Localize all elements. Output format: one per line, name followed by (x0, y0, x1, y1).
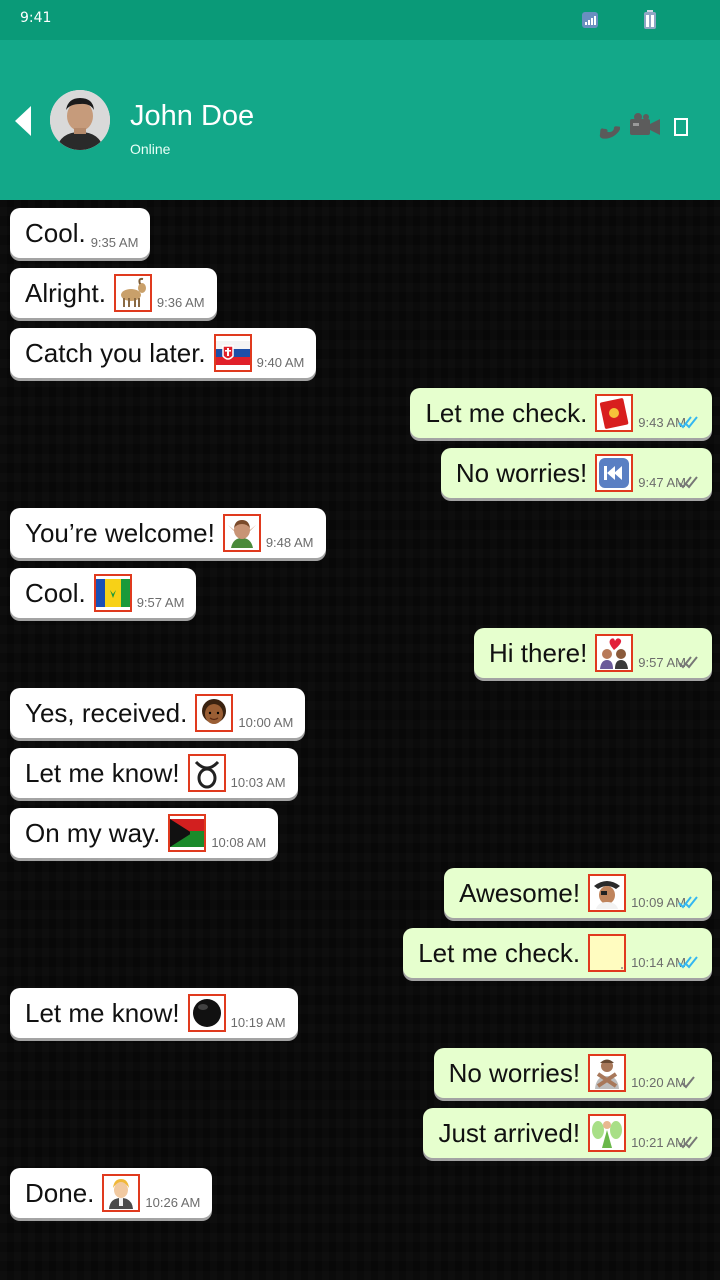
outgoing-message-bubble[interactable]: No worries! 10:20 AM (433, 1048, 712, 1098)
elf-emoji (222, 514, 261, 552)
status-time: 9:41 (20, 10, 52, 26)
read-receipt-icon (678, 415, 700, 429)
message-row: Awesome! 10:09 AM (0, 868, 720, 928)
incoming-message-bubble[interactable]: Alright. 9:36 AM (10, 268, 217, 318)
incoming-message-bubble[interactable]: Yes, received. 10:00 AM (10, 688, 306, 738)
curly-loop-emoji (187, 754, 226, 792)
black-circle-emoji (187, 994, 226, 1032)
message-text: No worries! (455, 457, 588, 488)
outgoing-message-bubble[interactable]: Let me check. 9:43 AM (410, 388, 712, 438)
incoming-message-bubble[interactable]: Let me know! 10:03 AM (10, 748, 298, 798)
read-receipt-icon (678, 955, 700, 969)
outgoing-message-bubble[interactable]: Let me check. 10:14 AM (403, 928, 712, 978)
message-row: On my way. 10:08 AM (0, 808, 720, 868)
message-row: Done. 10:26 AM (0, 1168, 720, 1228)
chat-screen: 9:41 John Doe Online Cool. 9:35 AM Alrig… (0, 0, 720, 1280)
battery-icon (642, 10, 658, 30)
message-timestamp: 9:57 AM (136, 595, 185, 610)
read-receipt-icon (678, 895, 700, 909)
outgoing-message-bubble[interactable]: Awesome! 10:09 AM (444, 868, 712, 918)
message-timestamp: 10:00 AM (238, 715, 294, 730)
message-text: Just arrived! (438, 1117, 581, 1148)
message-text: Let me check. (425, 397, 588, 428)
person-gesturing-no-emoji (588, 1054, 627, 1092)
message-row: Alright. 9:36 AM (0, 268, 720, 328)
arakan-flag-emoji (168, 814, 207, 852)
woman-face-emoji (195, 694, 234, 732)
delivered-receipt-icon (678, 655, 700, 669)
message-text: You’re welcome! (25, 517, 215, 548)
phone-call-icon[interactable] (590, 112, 621, 140)
rewind-button-emoji (595, 454, 634, 492)
contact-avatar[interactable] (50, 90, 110, 150)
message-row: Catch you later. 9:40 AM (0, 328, 720, 388)
message-row: Let me check. 9:43 AM (0, 388, 720, 448)
message-timestamp: 9:36 AM (156, 295, 205, 310)
incoming-message-bubble[interactable]: Done. 10:26 AM (10, 1168, 213, 1218)
message-text: Cool. (25, 577, 86, 608)
contact-name[interactable]: John Doe (130, 100, 254, 133)
message-timestamp: 10:19 AM (230, 1015, 286, 1030)
message-text: On my way. (25, 817, 161, 848)
person-blond-emoji (102, 1174, 141, 1212)
message-text: Hi there! (489, 637, 588, 668)
message-row: Let me check. 10:14 AM (0, 928, 720, 988)
incoming-message-bubble[interactable]: Cool. 9:35 AM (10, 208, 151, 258)
message-text: Yes, received. (25, 697, 188, 728)
message-row: Let me know! 10:03 AM (0, 748, 720, 808)
incoming-message-bubble[interactable]: Let me know! 10:19 AM (10, 988, 298, 1038)
message-text: No worries! (448, 1057, 581, 1088)
message-text: Alright. (25, 277, 106, 308)
saint-vincent-flag-emoji (93, 574, 132, 612)
slovakia-flag-emoji (213, 334, 252, 372)
message-row: Just arrived! 10:21 AM (0, 1108, 720, 1168)
message-timestamp: 10:08 AM (211, 835, 267, 850)
incoming-message-bubble[interactable]: On my way. 10:08 AM (10, 808, 279, 858)
incoming-message-bubble[interactable]: You’re welcome! 9:48 AM (10, 508, 326, 558)
signal-icon (582, 12, 598, 28)
message-row: Hi there! 9:57 AM (0, 628, 720, 688)
message-row: Cool. 9:57 AM (0, 568, 720, 628)
message-text: Let me know! (25, 757, 180, 788)
incoming-message-bubble[interactable]: Catch you later. 9:40 AM (10, 328, 317, 378)
message-text: Cool. (25, 217, 86, 248)
incoming-message-bubble[interactable]: Cool. 9:57 AM (10, 568, 197, 618)
fairy-emoji (588, 1114, 627, 1152)
outgoing-message-bubble[interactable]: Hi there! 9:57 AM (474, 628, 712, 678)
pirate-emoji (588, 874, 627, 912)
back-arrow-icon[interactable] (14, 104, 32, 138)
message-text: Let me know! (25, 997, 180, 1028)
message-row: No worries! 9:47 AM (0, 448, 720, 508)
message-text: Done. (25, 1177, 95, 1208)
outgoing-message-bubble[interactable]: Just arrived! 10:21 AM (423, 1108, 712, 1158)
goat-emoji (113, 274, 152, 312)
delivered-receipt-icon (678, 1075, 700, 1089)
delivered-receipt-icon (678, 1135, 700, 1149)
message-timestamp: 10:26 AM (145, 1195, 201, 1210)
message-timestamp: 9:48 AM (265, 535, 314, 550)
video-call-icon[interactable] (629, 112, 661, 140)
message-timestamp: 9:35 AM (90, 235, 139, 250)
message-row: Yes, received. 10:00 AM (0, 688, 720, 748)
message-timestamp: 9:40 AM (256, 355, 305, 370)
couple-heart-emoji (595, 634, 634, 672)
message-timestamp: 10:03 AM (230, 775, 286, 790)
message-text: Catch you later. (25, 337, 206, 368)
red-envelope-emoji (595, 394, 634, 432)
outgoing-message-bubble[interactable]: No worries! 9:47 AM (440, 448, 712, 498)
blank-emoji (588, 934, 627, 972)
contact-online-status: Online (130, 141, 171, 157)
message-row: You’re welcome! 9:48 AM (0, 508, 720, 568)
delivered-receipt-icon (678, 475, 700, 489)
message-text: Let me check. (418, 937, 581, 968)
message-row: No worries! 10:20 AM (0, 1048, 720, 1108)
more-options-icon[interactable] (674, 118, 688, 136)
message-row: Let me know! 10:19 AM (0, 988, 720, 1048)
message-text: Awesome! (459, 877, 581, 908)
message-row: Cool. 9:35 AM (0, 208, 720, 268)
status-bar: 9:41 (0, 0, 720, 40)
message-list[interactable]: Cool. 9:35 AM Alright. 9:36 AM Catch you lat… (0, 208, 720, 1228)
